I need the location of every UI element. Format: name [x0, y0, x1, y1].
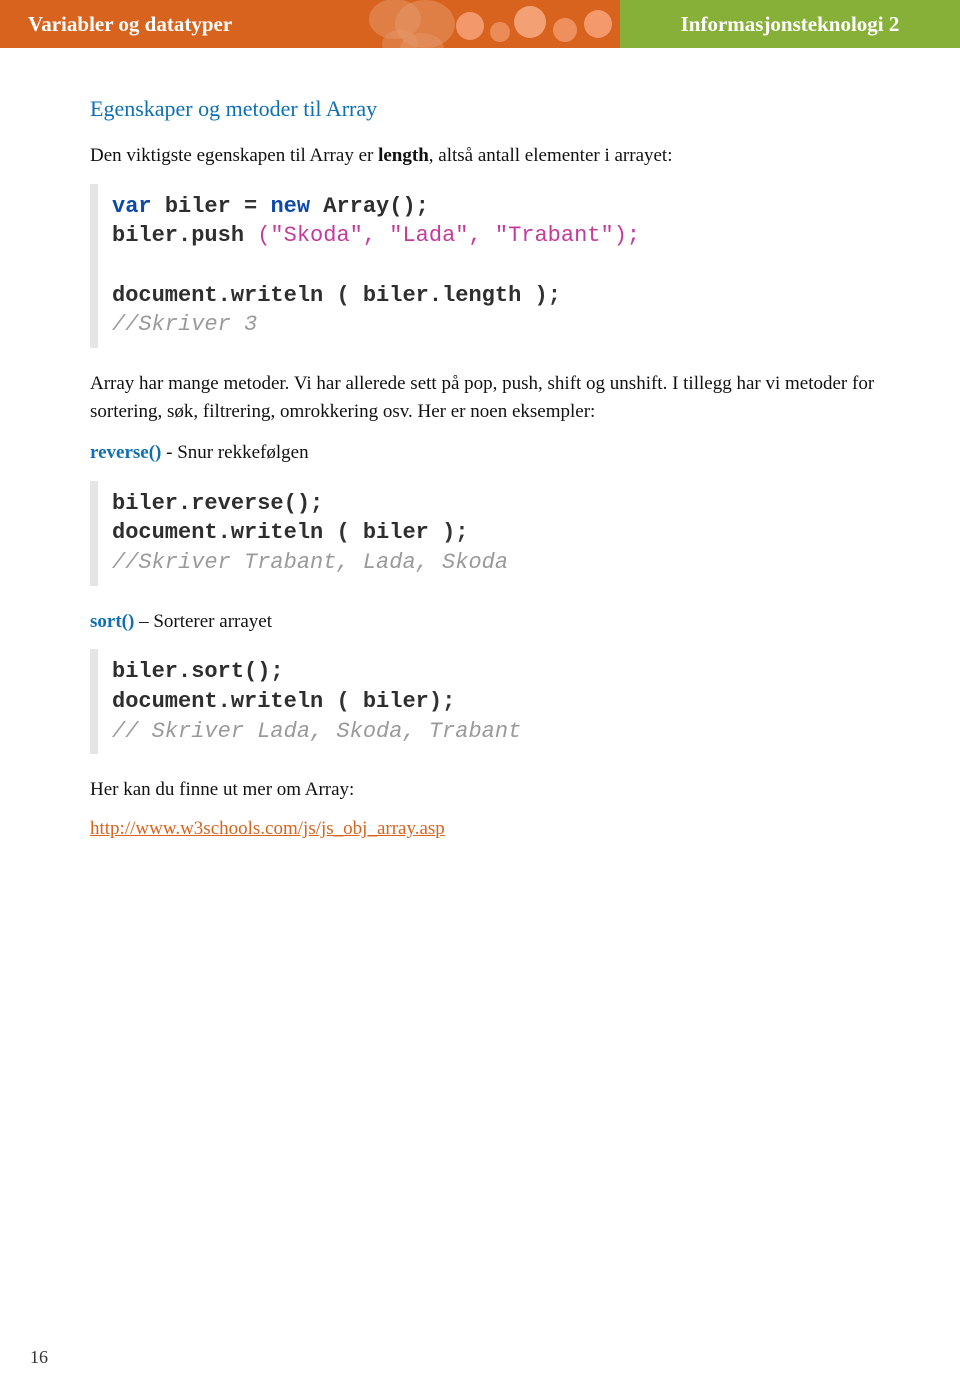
butterfly-icon: [360, 0, 460, 48]
sort-heading: sort() – Sorterer arrayet: [90, 608, 880, 636]
code-ident-biler: biler: [165, 194, 231, 219]
code-ident: document: [112, 520, 218, 545]
intro-prefix: Den viktigste egenskapen til Array er: [90, 145, 378, 166]
code-block-2: biler.reverse(); document.writeln ( bile…: [90, 481, 880, 586]
section-heading: Egenskaper og metoder til Array: [90, 96, 880, 122]
code-array-call: Array();: [310, 194, 429, 219]
code-arg: biler: [363, 689, 429, 714]
code-ident: biler: [112, 659, 178, 684]
page-header: Variabler og datatyper Informasjonstekno…: [0, 0, 960, 48]
header-right-title: Informasjonsteknologi 2: [620, 0, 960, 48]
sort-label: sort(): [90, 611, 134, 632]
code-method-push: push: [191, 223, 244, 248]
code-method-writeln: .writeln: [218, 283, 324, 308]
sort-desc: – Sorterer arrayet: [134, 611, 272, 632]
intro-suffix: , altså antall elementer i arrayet:: [429, 145, 673, 166]
header-motif-icon: [450, 6, 620, 48]
code-close: );: [429, 520, 469, 545]
code-open: (: [323, 689, 363, 714]
code-block-1: var biler = new Array(); biler.push ("Sk…: [90, 184, 880, 348]
reverse-heading: reverse() - Snur rekkefølgen: [90, 439, 880, 467]
code-close: );: [521, 283, 561, 308]
footer-text: Her kan du finne ut mer om Array:: [90, 776, 880, 804]
code-method-writeln: .writeln: [218, 689, 324, 714]
code-ident: document: [112, 689, 218, 714]
code-open: (: [323, 283, 363, 308]
mid-paragraph: Array har mange metoder. Vi har allerede…: [90, 370, 880, 425]
code-ident: biler: [112, 491, 178, 516]
code-block-3: biler.sort(); document.writeln ( biler);…: [90, 649, 880, 754]
code-open: (: [323, 520, 363, 545]
reverse-desc: - Snur rekkefølgen: [161, 442, 308, 463]
code-args: ("Skoda", "Lada", "Trabant");: [244, 223, 640, 248]
reverse-label: reverse(): [90, 442, 161, 463]
header-left-text: Variabler og datatyper: [28, 12, 232, 37]
intro-paragraph: Den viktigste egenskapen til Array er le…: [90, 142, 880, 170]
header-right-text: Informasjonsteknologi 2: [681, 12, 900, 37]
code-prop-length: .length: [429, 283, 521, 308]
intro-term: length: [378, 145, 429, 166]
code-ident: document: [112, 283, 218, 308]
code-method-writeln: .writeln: [218, 520, 324, 545]
page-content: Egenskaper og metoder til Array Den vikt…: [0, 48, 960, 840]
code-rest: .sort();: [178, 659, 284, 684]
code-comment: //Skriver Trabant, Lada, Skoda: [112, 550, 508, 575]
code-rest: .reverse();: [178, 491, 323, 516]
code-arg: biler: [363, 283, 429, 308]
page-number: 16: [30, 1347, 48, 1368]
code-dot: .: [178, 223, 191, 248]
code-comment: //Skriver 3: [112, 312, 257, 337]
code-close: );: [429, 689, 455, 714]
header-left-title: Variabler og datatyper: [0, 0, 620, 48]
code-kw-new: new: [270, 194, 310, 219]
code-ident: biler: [112, 223, 178, 248]
footer-link[interactable]: http://www.w3schools.com/js/js_obj_array…: [90, 818, 445, 839]
code-comment: // Skriver Lada, Skoda, Trabant: [112, 719, 521, 744]
code-arg: biler: [363, 520, 429, 545]
code-kw-var: var: [112, 194, 152, 219]
code-eq: =: [231, 194, 271, 219]
